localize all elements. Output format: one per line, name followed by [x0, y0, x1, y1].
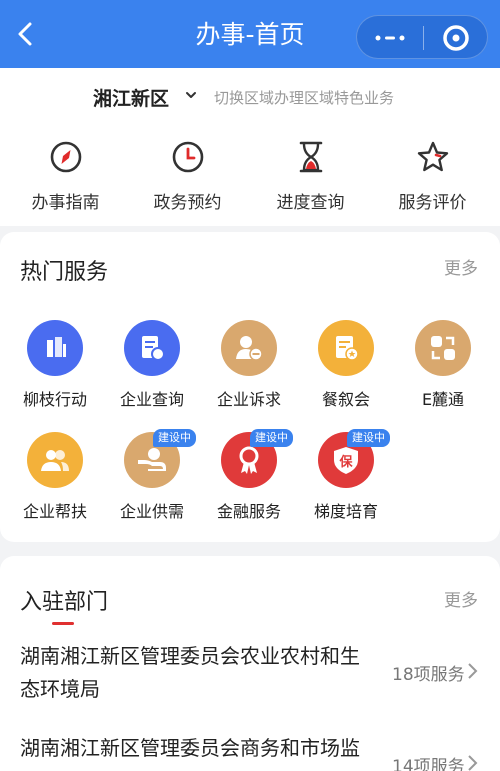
section-title: 热门服务 [20, 260, 109, 285]
service-label: 企业帮扶 [22, 502, 87, 521]
service-company-appeal[interactable]: 企业诉求 [200, 320, 298, 420]
target-close-icon [443, 25, 469, 51]
quick-action-label: 服务评价 [398, 193, 467, 213]
department-name: 湖南湘江新区管理委员会商务和市场监 [20, 736, 360, 760]
people-icon [27, 432, 83, 488]
star-icon [417, 141, 448, 172]
svg-text:保: 保 [338, 454, 353, 470]
service-label: 餐叙会 [321, 390, 370, 409]
quick-action-label: 进度查询 [276, 193, 345, 213]
dots-icon [375, 35, 405, 41]
service-finance[interactable]: 建设中 金融服务 [200, 429, 298, 532]
quick-action-guide[interactable]: 办事指南 [3, 140, 128, 220]
service-liuzhi[interactable]: 柳枝行动 [6, 320, 104, 420]
service-label: 金融服务 [216, 502, 281, 521]
service-label: 企业查询 [119, 390, 184, 409]
region-switch-hint: 切换区域办理区域特色业务 [214, 89, 395, 107]
building-icon [27, 320, 83, 376]
service-label: 企业供需 [119, 502, 184, 521]
section-title: 入驻部门 [20, 590, 109, 615]
service-dinner-meeting[interactable]: 餐叙会 [297, 320, 395, 420]
mini-program-capsule [356, 15, 488, 59]
chevron-right-icon [468, 755, 478, 771]
service-gradient-cultivation[interactable]: 保 建设中 梯度培育 [297, 429, 395, 532]
app-header: 办事-首页 [0, 0, 500, 68]
service-company-support[interactable]: 企业帮扶 [6, 432, 104, 532]
quick-action-progress[interactable]: 进度查询 [248, 140, 373, 220]
more-options-button[interactable] [357, 16, 423, 60]
hourglass-icon [299, 141, 322, 173]
under-construction-badge: 建设中 [250, 429, 293, 447]
service-label: 梯度培育 [313, 502, 378, 521]
service-supply-demand[interactable]: 建设中 企业供需 [103, 429, 201, 532]
section-title-underline [52, 622, 74, 625]
under-construction-badge: 建设中 [153, 429, 196, 447]
person-minus-icon [221, 320, 277, 376]
service-label: 企业诉求 [216, 390, 281, 409]
service-count: 18项服务 [392, 665, 465, 685]
service-count: 14项服务 [392, 757, 465, 771]
service-label: E麓通 [421, 390, 465, 409]
departments-more-link[interactable]: 更多 [444, 586, 478, 611]
compass-icon [50, 141, 81, 173]
chevron-right-icon [468, 663, 478, 679]
quick-action-rating[interactable]: 服务评价 [370, 140, 495, 220]
service-company-query[interactable]: 企业查询 [103, 320, 201, 420]
quick-action-label: 办事指南 [31, 193, 100, 213]
hot-services-more-link[interactable]: 更多 [444, 254, 478, 279]
chevron-down-icon[interactable] [184, 88, 198, 102]
region-name[interactable]: 湘江新区 [93, 84, 169, 111]
clock-icon [172, 141, 203, 173]
exchange-icon [415, 320, 471, 376]
service-label: 柳枝行动 [22, 390, 87, 409]
hot-services-card: 热门服务 更多 柳枝行动 企业查询 企业诉求 餐叙会 E麓通 企业帮扶 建设中 … [0, 232, 500, 542]
quick-action-appointment[interactable]: 政务预约 [125, 140, 250, 220]
department-item[interactable]: 湖南湘江新区管理委员会商务和市场监 14项服务 [0, 732, 500, 771]
quick-action-label: 政务预约 [153, 193, 222, 213]
document-search-icon [124, 320, 180, 376]
document-star-icon [318, 320, 374, 376]
department-name: 湖南湘江新区管理委员会农业农村和生 态环境局 [20, 644, 360, 701]
under-construction-badge: 建设中 [347, 429, 390, 447]
service-elutong[interactable]: E麓通 [394, 320, 492, 420]
close-mini-program-button[interactable] [424, 16, 488, 60]
department-item[interactable]: 湖南湘江新区管理委员会农业农村和生 态环境局 18项服务 [0, 640, 500, 710]
